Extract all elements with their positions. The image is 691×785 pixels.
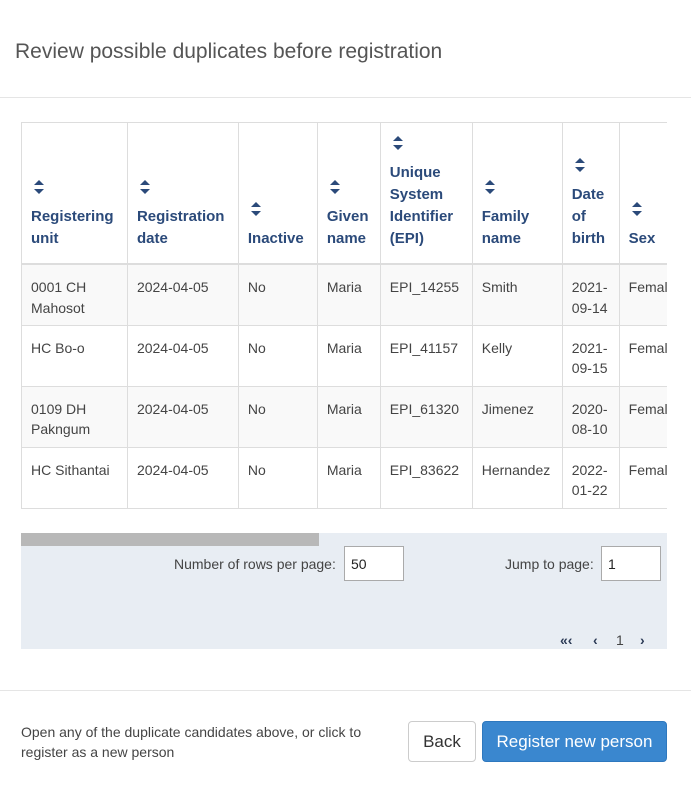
cell-registering-unit: 0001 CH Mahosot	[21, 264, 128, 326]
dialog-footer: Open any of the duplicate candidates abo…	[0, 690, 691, 785]
cell-given-name: Maria	[316, 325, 381, 387]
cell-date-of-birth: 2021-09-15	[561, 325, 620, 387]
column-header-sex[interactable]: Sex	[618, 123, 667, 265]
jump-to-page-input[interactable]	[601, 546, 661, 581]
column-label: Registration date	[136, 208, 225, 247]
cell-family-name: Smith	[471, 264, 563, 326]
table-row[interactable]: HC Sithantai 2024-04-05 No Maria EPI_836…	[21, 447, 667, 509]
cell-date-of-birth: 2021-09-14	[561, 264, 620, 326]
column-label: Unique System Identifier (EPI)	[389, 164, 454, 247]
sort-arrows-icon[interactable]	[484, 179, 495, 201]
table-row[interactable]: HC Bo-o 2024-04-05 No Maria EPI_41157 Ke…	[21, 325, 667, 387]
column-header-unique-system-identifier[interactable]: Unique System Identifier (EPI)	[379, 123, 473, 265]
column-label: Family name	[481, 208, 530, 247]
cell-inactive: No	[237, 264, 318, 326]
previous-page-button[interactable]: ‹	[593, 632, 598, 648]
column-label: Registering unit	[31, 208, 114, 247]
cell-registering-unit: 0109 DH Pakngum	[21, 386, 128, 448]
table-row[interactable]: 0109 DH Pakngum 2024-04-05 No Maria EPI_…	[21, 386, 667, 448]
sort-arrows-icon[interactable]	[250, 201, 261, 223]
cell-registration-date: 2024-04-05	[126, 264, 239, 326]
scrollbar-thumb[interactable]	[21, 533, 319, 546]
rows-per-page-input[interactable]	[344, 546, 404, 581]
column-header-inactive[interactable]: Inactive	[237, 123, 318, 265]
cell-inactive: No	[237, 386, 318, 448]
register-new-person-button[interactable]: Register new person	[482, 721, 667, 762]
sort-arrows-icon[interactable]	[329, 179, 340, 201]
rows-per-page-label: Number of rows per page:	[174, 556, 336, 572]
column-header-registering-unit[interactable]: Registering unit	[21, 123, 128, 265]
table-header-row: Registering unit Registration date Inact…	[21, 123, 667, 265]
column-label: Date of birth	[571, 186, 606, 247]
cell-registration-date: 2024-04-05	[126, 447, 239, 509]
cell-unique-system-identifier: EPI_61320	[379, 386, 473, 448]
first-page-button[interactable]: «‹	[560, 632, 572, 648]
cell-sex: Female	[618, 447, 667, 509]
cell-registration-date: 2024-04-05	[126, 325, 239, 387]
cell-registering-unit: HC Sithantai	[21, 447, 128, 509]
dialog-title: Review possible duplicates before regist…	[15, 40, 443, 63]
jump-to-page-label: Jump to page:	[505, 556, 594, 572]
current-page-number: 1	[616, 632, 624, 648]
cell-family-name: Jimenez	[471, 386, 563, 448]
cell-given-name: Maria	[316, 447, 381, 509]
cell-family-name: Hernandez	[471, 447, 563, 509]
column-header-date-of-birth[interactable]: Date of birth	[561, 123, 620, 265]
sort-arrows-icon[interactable]	[139, 179, 150, 201]
sort-arrows-icon[interactable]	[631, 201, 642, 223]
cell-sex: Female	[618, 264, 667, 326]
duplicates-table-container: Registering unit Registration date Inact…	[21, 122, 667, 509]
column-label: Given name	[326, 208, 369, 247]
cell-unique-system-identifier: EPI_14255	[379, 264, 473, 326]
footer-instructions: Open any of the duplicate candidates abo…	[21, 724, 362, 760]
dialog-header: Review possible duplicates before regist…	[0, 0, 691, 98]
horizontal-scrollbar[interactable]	[21, 533, 667, 546]
duplicates-table: Registering unit Registration date Inact…	[21, 123, 667, 509]
cell-inactive: No	[237, 447, 318, 509]
cell-unique-system-identifier: EPI_41157	[379, 325, 473, 387]
cell-given-name: Maria	[316, 264, 381, 326]
cell-given-name: Maria	[316, 386, 381, 448]
sort-arrows-icon[interactable]	[392, 135, 403, 157]
duplicates-dialog: Review possible duplicates before regist…	[0, 0, 691, 785]
cell-date-of-birth: 2020-08-10	[561, 386, 620, 448]
cell-registering-unit: HC Bo-o	[21, 325, 128, 387]
column-label: Sex	[628, 230, 656, 247]
column-header-given-name[interactable]: Given name	[316, 123, 381, 265]
cell-date-of-birth: 2022-01-22	[561, 447, 620, 509]
cell-sex: Female	[618, 386, 667, 448]
sort-arrows-icon[interactable]	[34, 179, 44, 201]
next-page-button[interactable]: ›	[640, 632, 645, 648]
cell-sex: Female	[618, 325, 667, 387]
column-header-family-name[interactable]: Family name	[471, 123, 563, 265]
cell-unique-system-identifier: EPI_83622	[379, 447, 473, 509]
pager-bar: Number of rows per page: Jump to page: «…	[21, 546, 667, 649]
cell-family-name: Kelly	[471, 325, 563, 387]
back-button[interactable]: Back	[408, 721, 476, 762]
table-row[interactable]: 0001 CH Mahosot 2024-04-05 No Maria EPI_…	[21, 264, 667, 326]
sort-arrows-icon[interactable]	[574, 157, 585, 179]
cell-registration-date: 2024-04-05	[126, 386, 239, 448]
cell-inactive: No	[237, 325, 318, 387]
column-label: Inactive	[247, 230, 304, 247]
column-header-registration-date[interactable]: Registration date	[126, 123, 239, 265]
